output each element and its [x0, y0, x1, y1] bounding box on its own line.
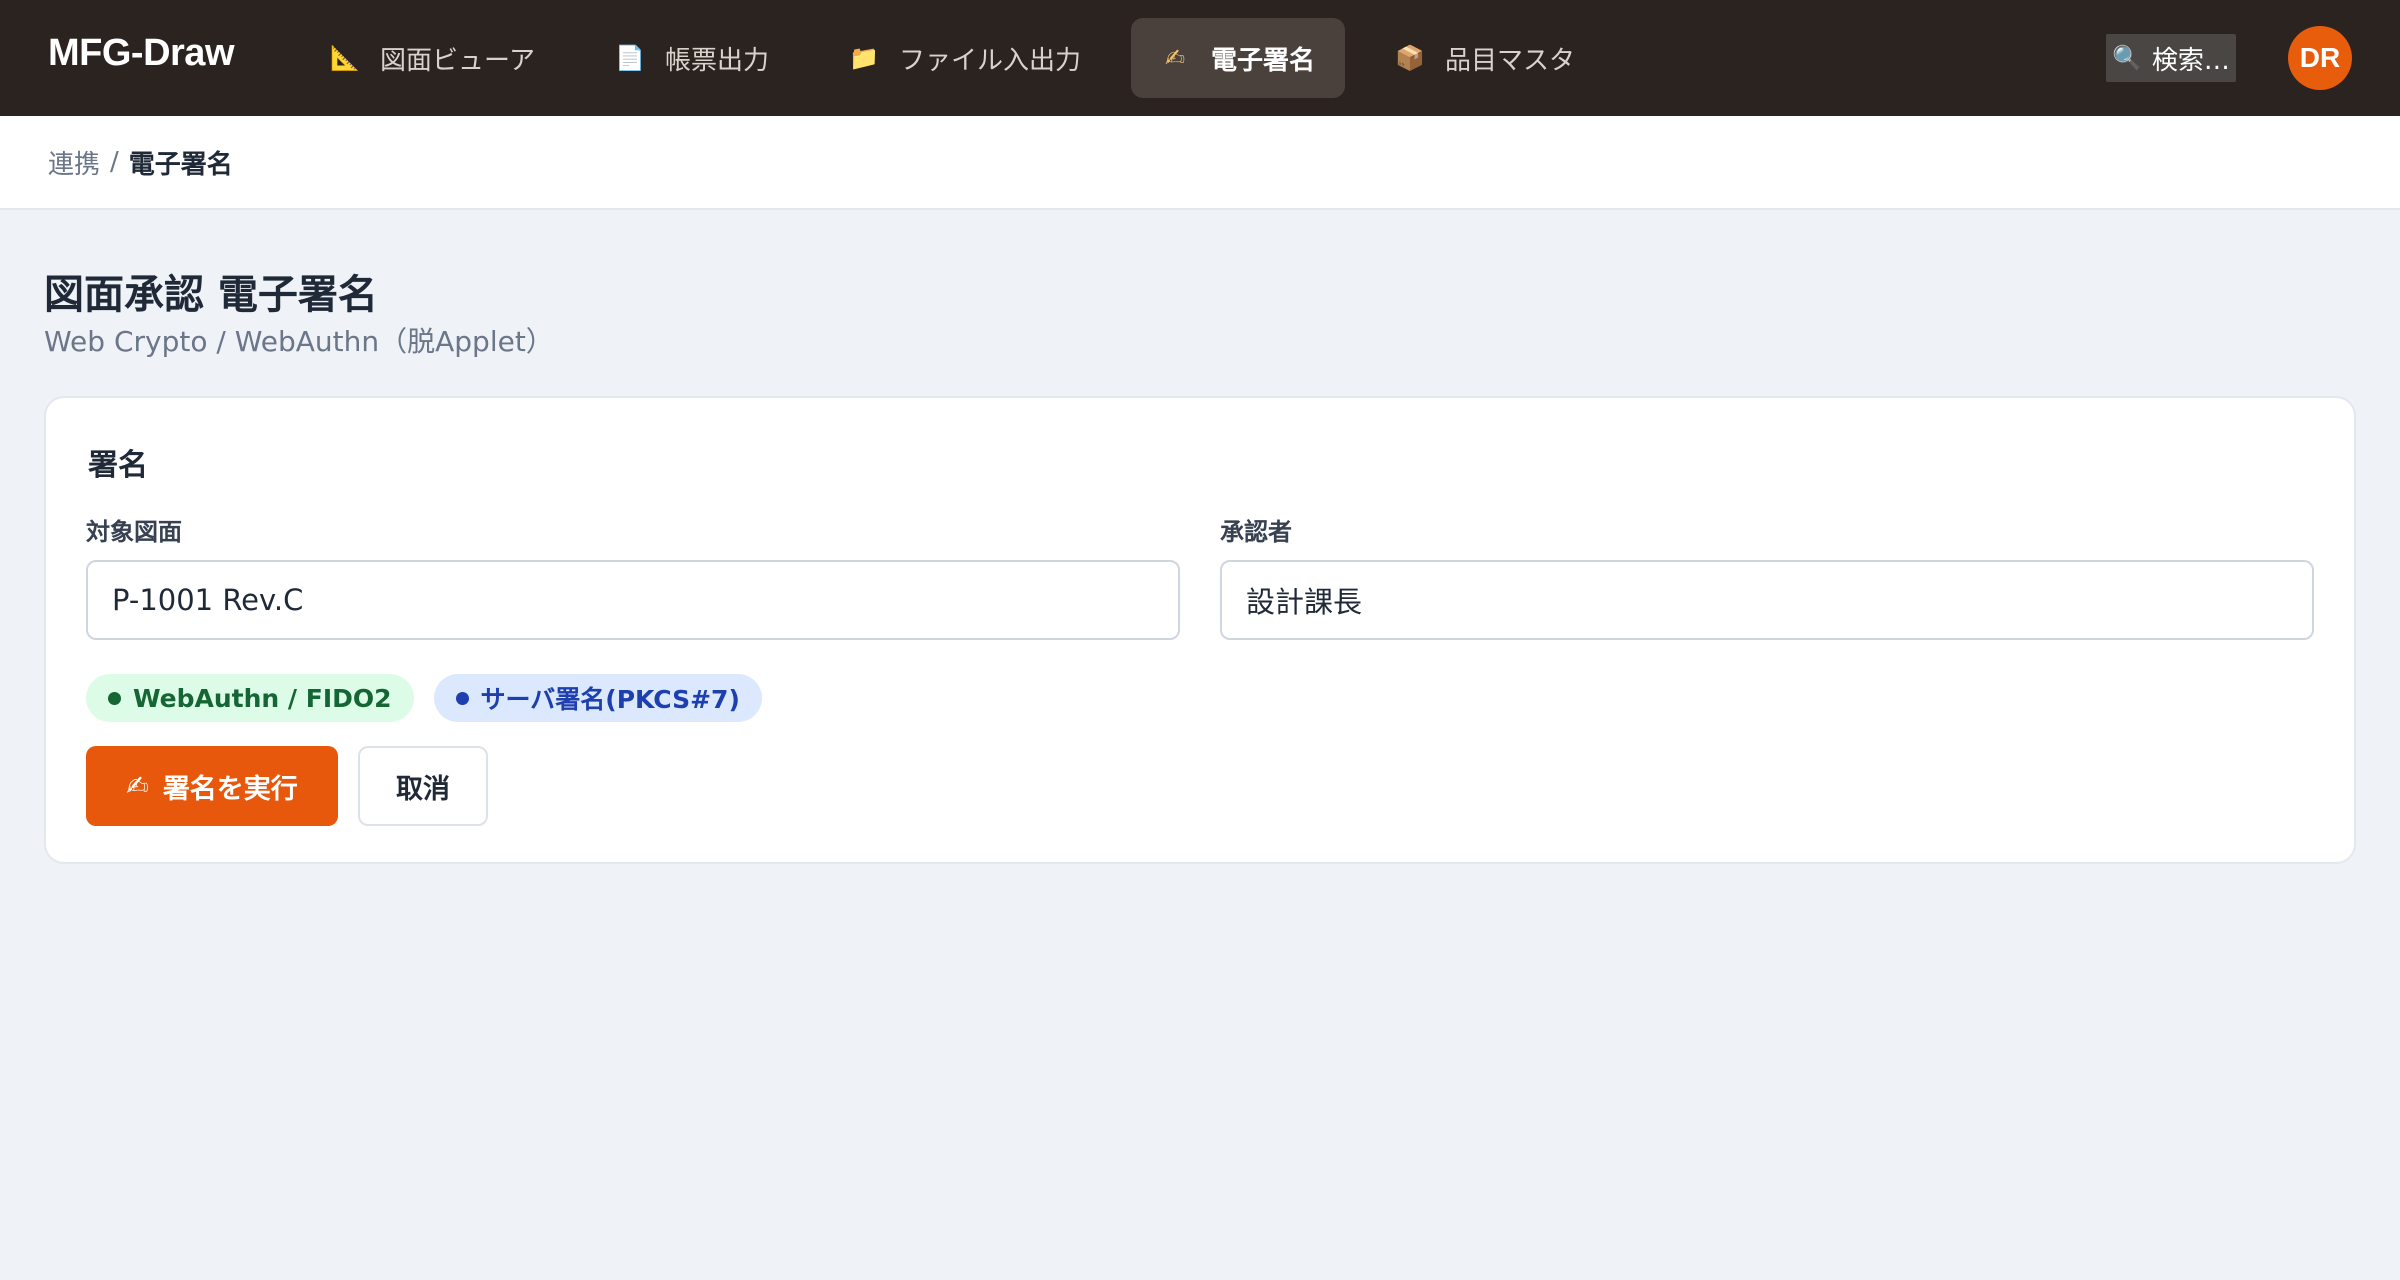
folder-icon: 📁 — [848, 44, 879, 72]
breadcrumb-current: 電子署名 — [128, 149, 233, 180]
page-title: 図面承認 電子署名 — [44, 272, 378, 318]
ruler-triangle-icon: 📐 — [330, 44, 360, 72]
search-placeholder: 検索… — [2151, 45, 2230, 76]
breadcrumb-link-integration[interactable]: 連携 — [48, 144, 100, 181]
nav-item-item-master[interactable]: 📦 品目マスタ — [1365, 18, 1605, 98]
server-signature-badge: サーバ署名(PKCS#7) — [433, 674, 762, 722]
status-dot — [108, 691, 121, 705]
nav-item-label: 図面ビューア — [380, 45, 535, 76]
nav-item-label: 品目マスタ — [1445, 45, 1576, 76]
page-subtitle: Web Crypto / WebAuthn（脱Applet） — [44, 325, 554, 358]
approver-field-label: 承認者 — [1220, 518, 1292, 546]
drawing-field-label: 対象図面 — [86, 518, 182, 546]
nav-item-label: 電子署名 — [1211, 45, 1316, 76]
breadcrumb-separator: / — [110, 147, 119, 177]
nav-item-report-output[interactable]: 📄 帳票出力 — [585, 18, 799, 98]
signature-method-badges: WebAuthn / FIDO2 サーバ署名(PKCS#7) — [86, 674, 762, 722]
app-brand-logo[interactable]: MFG-Draw — [48, 32, 235, 75]
signature-card: 署名 対象図面 承認者 WebAuthn / FIDO2 サーバ署名(PKCS#… — [44, 396, 2356, 864]
nav-item-e-signature[interactable]: ✍ 電子署名 — [1131, 18, 1346, 98]
user-avatar[interactable]: DR — [2288, 26, 2352, 90]
status-dot — [455, 691, 469, 705]
badge-label: サーバ署名(PKCS#7) — [480, 685, 740, 714]
nav-item-label: ファイル入出力 — [898, 45, 1081, 76]
approver-input[interactable] — [1220, 560, 2314, 640]
top-navigation-bar: MFG-Draw 📐 図面ビューア 📄 帳票出力 📁 ファイル入出力 ✍ 電子署… — [0, 0, 2400, 116]
nav-item-drawing-viewer[interactable]: 📐 図面ビューア — [300, 18, 565, 98]
main-nav: 📐 図面ビューア 📄 帳票出力 📁 ファイル入出力 ✍ 電子署名 📦 品目マスタ — [300, 18, 1605, 98]
execute-signature-label: 署名を実行 — [162, 773, 298, 805]
search-icon: 🔍 — [2112, 44, 2142, 72]
webauthn-badge: WebAuthn / FIDO2 — [86, 674, 414, 722]
writing-hand-icon: ✍ — [1164, 44, 1186, 72]
badge-label: WebAuthn / FIDO2 — [133, 683, 392, 713]
search-box[interactable]: 🔍 検索… — [2106, 34, 2236, 82]
cancel-button[interactable]: 取消 — [358, 746, 488, 826]
document-icon: 📄 — [614, 44, 645, 72]
drawing-input[interactable] — [86, 560, 1180, 640]
package-icon: 📦 — [1395, 44, 1425, 72]
breadcrumb: 連携 / 電子署名 — [0, 116, 2400, 210]
execute-signature-button[interactable]: ✍ 署名を実行 — [86, 746, 338, 826]
writing-hand-icon: ✍ — [126, 770, 149, 802]
nav-item-file-io[interactable]: 📁 ファイル入出力 — [819, 18, 1111, 98]
card-title: 署名 — [88, 448, 148, 483]
nav-item-label: 帳票出力 — [664, 45, 769, 76]
